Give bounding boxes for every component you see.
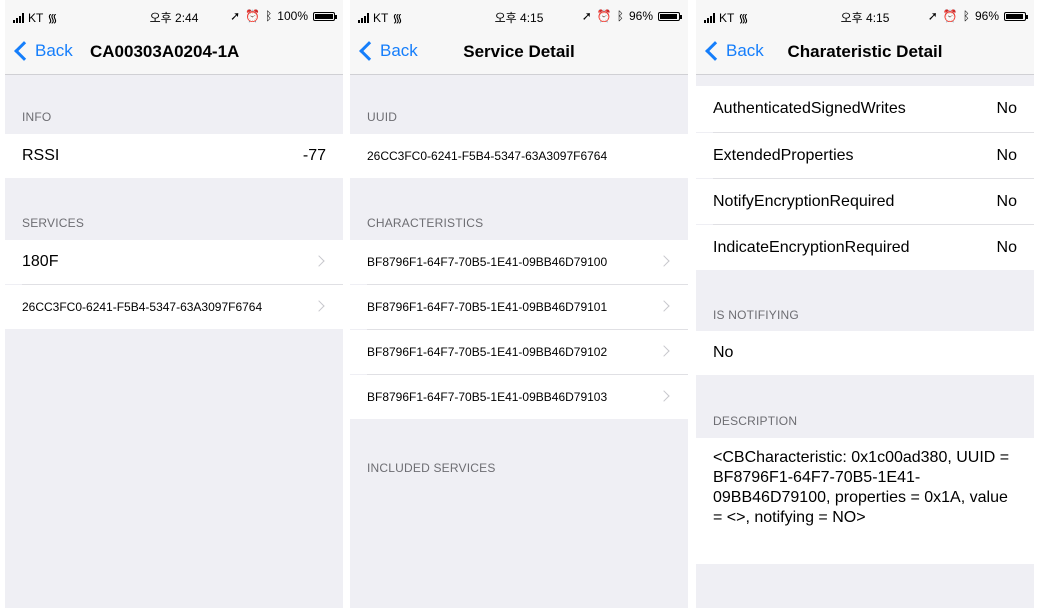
property-row: ExtendedProperties No	[696, 133, 1034, 178]
section-header-description: DESCRIPTION	[713, 414, 798, 428]
section-header-included-services: INCLUDED SERVICES	[367, 461, 496, 475]
characteristic-label: BF8796F1-64F7-70B5-1E41-09BB46D79101	[367, 300, 608, 314]
property-row: AuthenticatedSignedWrites No	[696, 86, 1034, 132]
chevron-right-icon	[313, 300, 325, 312]
rssi-value: -77	[302, 147, 326, 164]
battery-percent: 96%	[628, 9, 653, 23]
page-title: Charateristic Detail	[787, 42, 943, 61]
page-title: Service Detail	[463, 42, 575, 61]
status-bar: KT ᯾ 오후 4:15 ➚ ⏰ ᛒ 96%	[696, 0, 1034, 32]
battery-icon	[313, 11, 337, 21]
navigation-bar: Back CA00303A0204-1A	[5, 32, 343, 75]
property-label: ExtendedProperties	[713, 146, 854, 164]
location-icon: ➚	[927, 9, 938, 23]
device-detail-screen: KT ᯾ 오후 2:44 ➚ ⏰ ᛒ 100% Back CA00303A0204-1A…	[5, 0, 343, 608]
bluetooth-icon: ᛒ	[962, 9, 970, 23]
property-value: No	[996, 100, 1017, 117]
battery-icon	[1004, 11, 1028, 21]
navigation-bar: Back Charateristic Detail	[696, 32, 1034, 75]
characteristic-row[interactable]: BF8796F1-64F7-70B5-1E41-09BB46D79103	[350, 375, 688, 419]
property-row: IndicateEncryptionRequired No	[696, 225, 1034, 270]
location-icon: ➚	[230, 9, 241, 23]
service-label: 26CC3FC0-6241-F5B4-5347-63A3097F6764	[22, 300, 263, 314]
chevron-right-icon	[658, 300, 670, 312]
chevron-right-icon	[658, 390, 670, 402]
property-value: No	[996, 146, 1017, 164]
rssi-row: RSSI -77	[5, 134, 343, 178]
characteristic-row[interactable]: BF8796F1-64F7-70B5-1E41-09BB46D79102	[350, 330, 688, 374]
status-bar: KT ᯾ 오후 2:44 ➚ ⏰ ᛒ 100%	[5, 0, 343, 32]
service-label: 180F	[22, 253, 59, 270]
rssi-label: RSSI	[22, 147, 60, 164]
section-header-info: INFO	[22, 110, 52, 124]
bluetooth-icon: ᛒ	[265, 9, 273, 23]
property-row: NotifyEncryptionRequired No	[696, 179, 1034, 224]
characteristic-label: BF8796F1-64F7-70B5-1E41-09BB46D79102	[367, 345, 608, 359]
navigation-bar: Back Service Detail	[350, 32, 688, 75]
characteristic-row[interactable]: BF8796F1-64F7-70B5-1E41-09BB46D79100	[350, 240, 688, 284]
alarm-icon: ⏰	[596, 9, 612, 23]
notifying-value: No	[713, 344, 734, 361]
bluetooth-icon: ᛒ	[616, 9, 624, 23]
location-icon: ➚	[581, 9, 592, 23]
alarm-icon: ⏰	[942, 9, 958, 23]
alarm-icon: ⏰	[245, 9, 261, 23]
uuid-value: 26CC3FC0-6241-F5B4-5347-63A3097F6764	[367, 149, 608, 163]
notifying-row: No	[696, 331, 1034, 375]
characteristic-detail-screen: KT ᯾ 오후 4:15 ➚ ⏰ ᛒ 96% Back Charateristic De…	[696, 0, 1034, 608]
property-label: AuthenticatedSignedWrites	[713, 100, 906, 117]
battery-percent: 96%	[974, 9, 999, 23]
uuid-row: 26CC3FC0-6241-F5B4-5347-63A3097F6764	[350, 134, 688, 178]
status-bar: KT ᯾ 오후 4:15 ➚ ⏰ ᛒ 96%	[350, 0, 688, 32]
characteristic-row[interactable]: BF8796F1-64F7-70B5-1E41-09BB46D79101	[350, 285, 688, 329]
property-value: No	[996, 192, 1017, 210]
property-label: NotifyEncryptionRequired	[713, 192, 895, 210]
chevron-left-icon	[14, 41, 34, 61]
page-title: CA00303A0204-1A	[90, 42, 240, 61]
service-detail-screen: KT ᯾ 오후 4:15 ➚ ⏰ ᛒ 96% Back Service Detail U…	[350, 0, 688, 608]
section-header-uuid: UUID	[367, 110, 398, 124]
battery-icon	[658, 11, 682, 21]
back-label: Back	[35, 41, 73, 60]
description-text: <CBCharacteristic: 0x1c00ad380, UUID = B…	[696, 438, 1034, 564]
section-header-is-notifying: IS NOTIFIYING	[713, 308, 799, 322]
chevron-right-icon	[658, 255, 670, 267]
characteristic-label: BF8796F1-64F7-70B5-1E41-09BB46D79100	[367, 255, 608, 269]
characteristic-label: BF8796F1-64F7-70B5-1E41-09BB46D79103	[367, 390, 608, 404]
battery-percent: 100%	[277, 9, 308, 23]
service-row[interactable]: 180F	[5, 240, 343, 284]
property-value: No	[996, 238, 1017, 256]
service-row[interactable]: 26CC3FC0-6241-F5B4-5347-63A3097F6764	[5, 285, 343, 329]
back-button[interactable]: Back	[13, 41, 73, 61]
section-header-services: SERVICES	[22, 216, 85, 230]
property-label: IndicateEncryptionRequired	[713, 238, 910, 256]
section-header-characteristics: CHARACTERISTICS	[367, 216, 484, 230]
chevron-right-icon	[313, 255, 325, 267]
chevron-right-icon	[658, 345, 670, 357]
